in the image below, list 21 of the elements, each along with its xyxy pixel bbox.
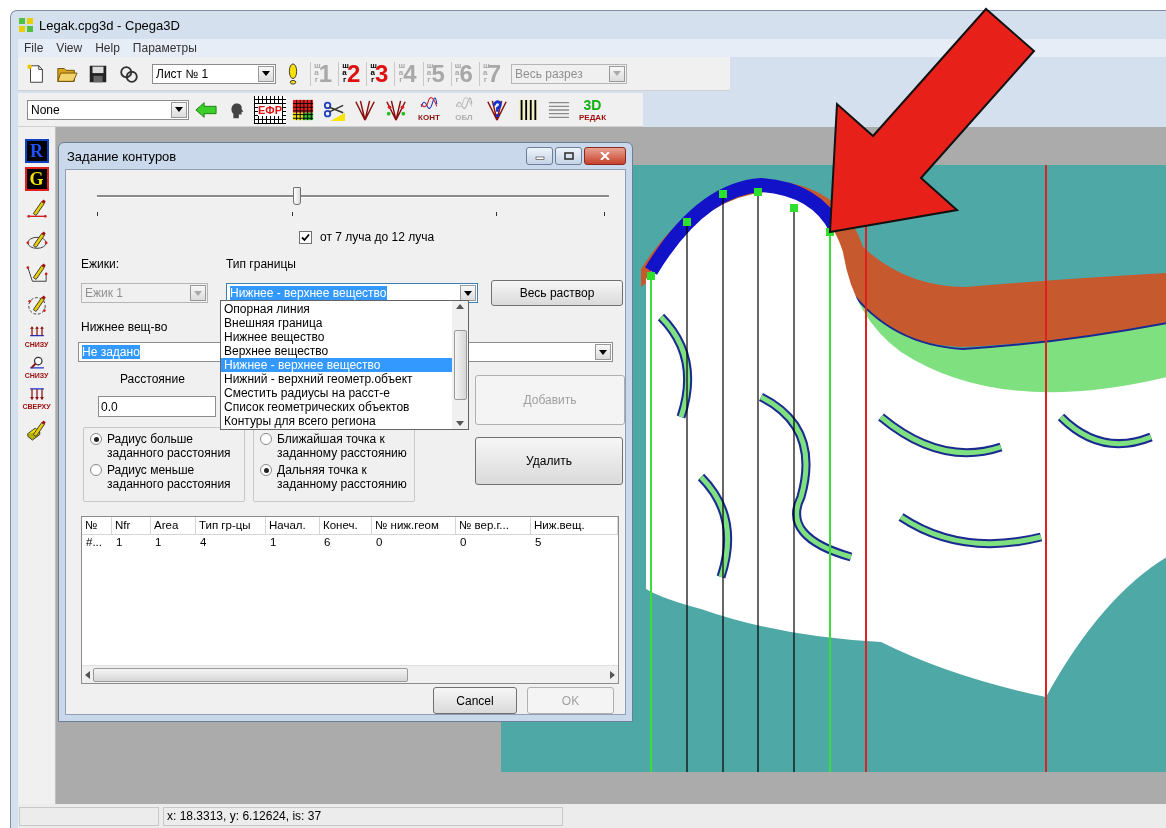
option-label: Ближайшая точка к заданному расстоянию	[277, 432, 408, 460]
option-label: Дальняя точка к заданному расстоянию	[277, 463, 408, 491]
table-cell-text: 6	[323, 535, 332, 550]
table-cell-text: #...	[85, 535, 103, 550]
field-label: Тип границы	[226, 257, 296, 271]
table-cell-text: 4	[199, 535, 208, 550]
coordinates-status: x: 18.3313, y: 6.12624, is: 37	[163, 806, 563, 826]
table-cell-text: 0	[459, 535, 468, 550]
field-label: Ежики:	[81, 257, 121, 271]
table-cell-text: 0	[375, 535, 384, 550]
table-cell-text: 5	[534, 535, 543, 550]
field-label: Расстояние	[120, 372, 185, 386]
option-label: Радиус больше заданного расстояния	[107, 432, 232, 460]
option-label: Радиус меньше заданного расстояния	[107, 463, 232, 491]
field-label: Нижнее вещ-во	[81, 320, 168, 334]
window-title: Legak.cpg3d - Cpega3D	[39, 17, 180, 33]
table-cell-text: 1	[154, 535, 163, 550]
dialog-title: Задание контуров	[67, 148, 178, 164]
checkbox-label: от 7 луча до 12 луча	[320, 230, 435, 244]
table-cell-text: 1	[115, 535, 124, 550]
table-cell-text: 1	[269, 535, 278, 550]
